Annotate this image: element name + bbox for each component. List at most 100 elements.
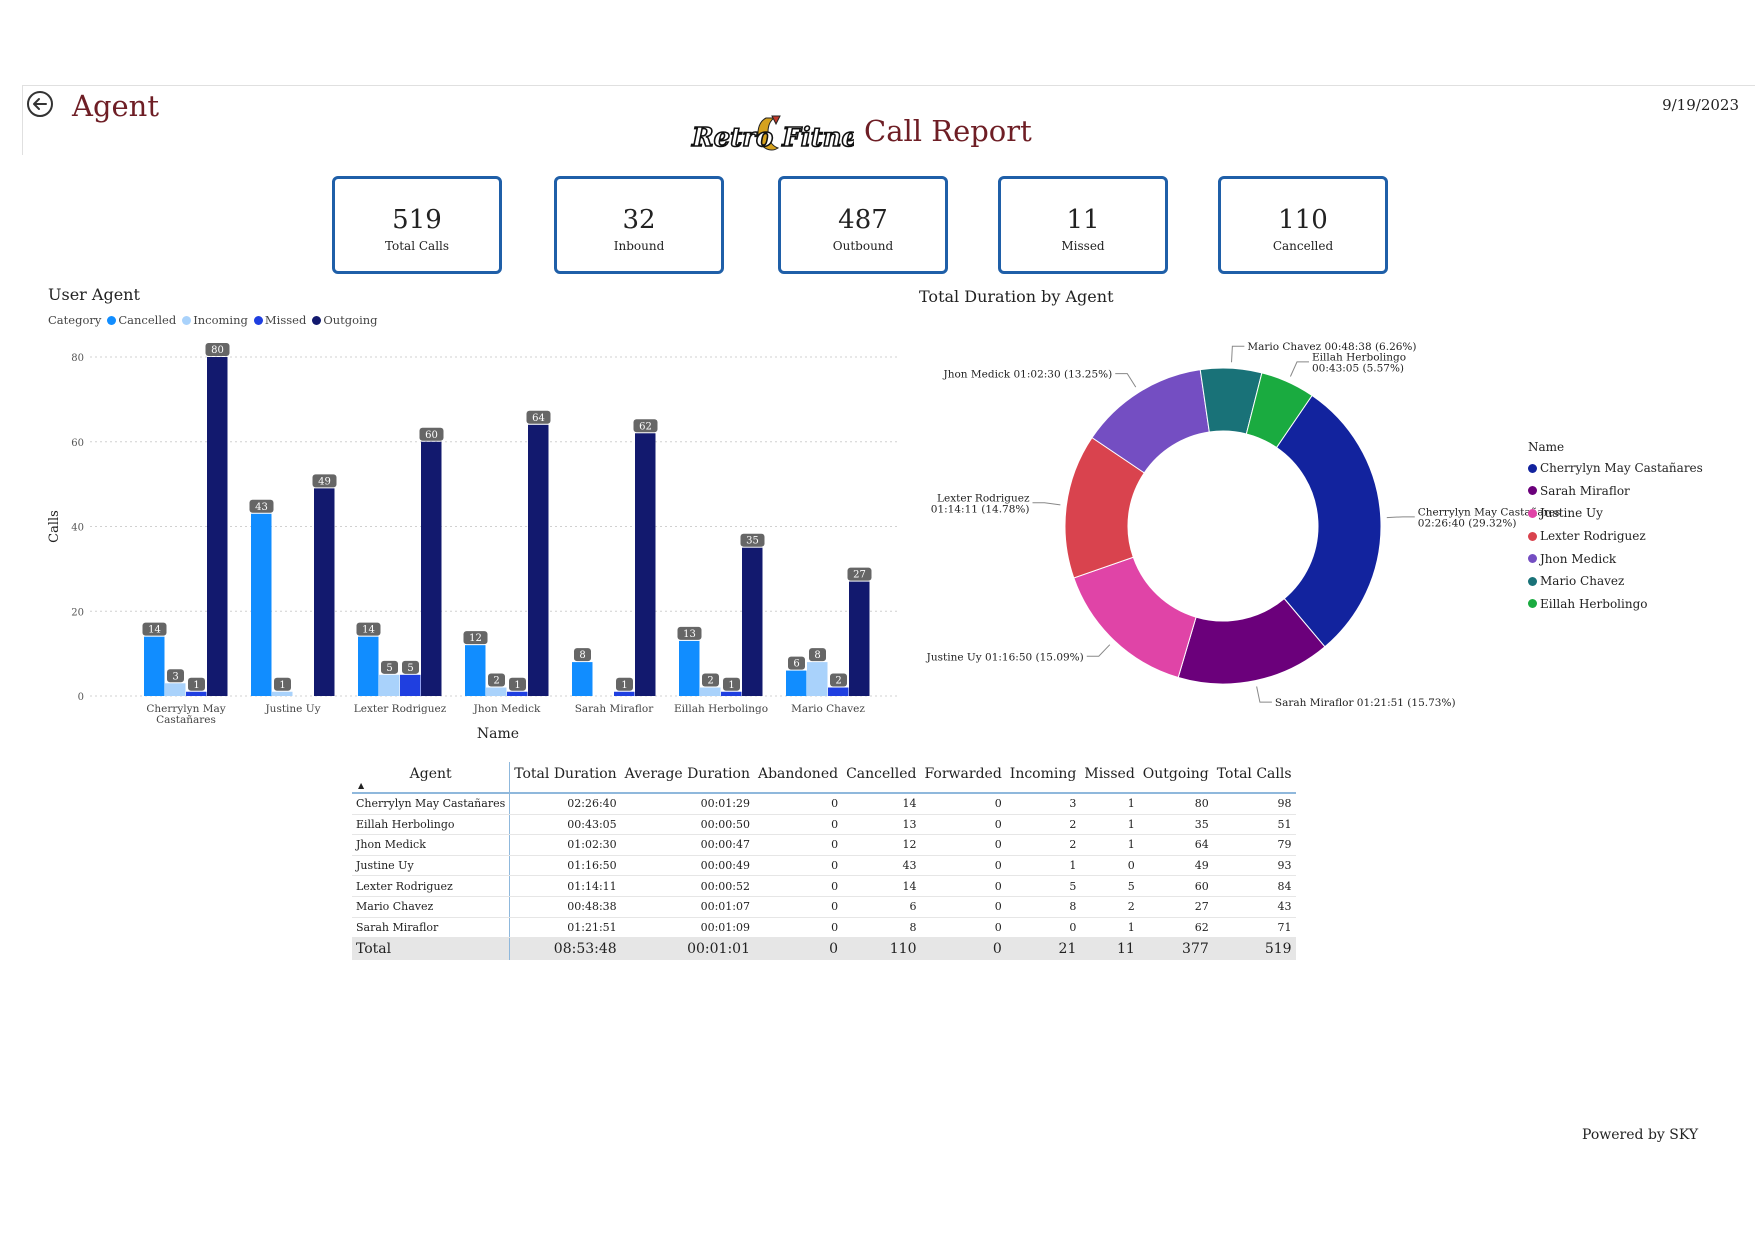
bar — [849, 581, 870, 696]
x-tick-label: Jhon Medick — [473, 703, 541, 715]
table-cell: 02:26:40 — [509, 793, 621, 815]
table-cell: 01:14:11 — [509, 875, 621, 897]
table-cell: 14 — [842, 875, 921, 897]
donut-legend-item[interactable]: Cherrylyn May Castañares — [1528, 457, 1703, 480]
data-label: 2 — [835, 676, 841, 687]
legend-swatch — [1528, 554, 1537, 564]
table-cell: 43 — [1212, 896, 1296, 918]
column-header[interactable]: Total Duration — [509, 762, 621, 794]
donut-legend-item[interactable]: Lexter Rodriguez — [1528, 525, 1703, 548]
column-header[interactable]: Outgoing — [1138, 762, 1213, 794]
table-row: Jhon Medick 01:02:30 00:00:47 0 12 0 2 1 64 79 — [352, 834, 1296, 856]
legend-swatch — [253, 315, 263, 325]
x-tick-label: Mario Chavez — [791, 703, 865, 715]
bar — [314, 488, 335, 696]
x-axis-label: Name — [477, 726, 519, 742]
bar — [465, 645, 486, 696]
legend-label: Sarah Miraflor — [1540, 483, 1630, 498]
data-label: 27 — [853, 570, 866, 581]
leader-line — [1386, 516, 1415, 519]
legend-item-outgoing[interactable]: Outgoing — [312, 313, 378, 327]
column-header[interactable]: Abandoned — [753, 762, 843, 794]
table-cell: 0 — [753, 814, 843, 836]
legend-swatch — [107, 315, 117, 325]
table-row: Eillah Herbolingo 00:43:05 00:00:50 0 13 0 2 1 3… — [352, 814, 1296, 836]
data-label: 5 — [386, 663, 392, 674]
table-cell: 01:02:30 — [509, 834, 621, 856]
column-header[interactable]: Total Calls — [1212, 762, 1296, 794]
table-cell: 00:00:47 — [620, 834, 754, 856]
table-cell: 5 — [1005, 875, 1081, 897]
donut-legend-item[interactable]: Sarah Miraflor — [1528, 480, 1703, 503]
data-label: 14 — [148, 625, 161, 636]
leader-line — [1256, 686, 1272, 703]
back-arrow-icon[interactable] — [26, 90, 54, 118]
table-cell: 1 — [1080, 814, 1139, 836]
column-header[interactable]: Average Duration — [620, 762, 754, 794]
table-cell: 0 — [920, 814, 1006, 836]
column-header[interactable]: Forwarded — [920, 762, 1006, 794]
donut-legend-title: Name — [1528, 440, 1565, 454]
y-tick-label: 20 — [71, 607, 84, 618]
agent-name-cell: Eillah Herbolingo — [352, 814, 511, 836]
slice-label: 00:43:05 (5.57%) — [1312, 362, 1404, 374]
column-header[interactable]: Agent ▲ — [352, 762, 511, 794]
sort-ascending-icon[interactable]: ▲ — [358, 781, 364, 790]
table-cell: 0 — [753, 896, 843, 918]
legend-swatch — [1528, 508, 1537, 518]
agent-name-cell: Jhon Medick — [352, 834, 511, 856]
donut-legend-item[interactable]: Justine Uy — [1528, 502, 1703, 525]
total-cell: 11 — [1080, 937, 1139, 961]
legend-item-cancelled[interactable]: Cancelled — [107, 313, 176, 327]
table-cell: 00:43:05 — [509, 814, 621, 836]
table-cell: 5 — [1080, 875, 1139, 897]
data-label: 80 — [211, 345, 224, 356]
y-tick-label: 60 — [71, 438, 84, 449]
kpi-card-cancelled: 110 Cancelled — [1218, 176, 1388, 274]
data-label: 14 — [362, 625, 375, 636]
donut-legend-item[interactable]: Jhon Medick — [1528, 547, 1703, 570]
table-cell: 60 — [1138, 875, 1213, 897]
leader-line — [1231, 345, 1245, 363]
powered-by: Powered by SKY — [1582, 1127, 1699, 1143]
data-label: 8 — [579, 650, 585, 661]
table-cell: 80 — [1138, 793, 1213, 815]
donut-legend-item[interactable]: Eillah Herbolingo — [1528, 593, 1703, 616]
bar — [786, 670, 807, 696]
table-cell: 1 — [1080, 793, 1139, 815]
x-tick-label: Lexter Rodriguez — [354, 703, 447, 715]
data-label: 2 — [707, 676, 713, 687]
data-label: 2 — [493, 676, 499, 687]
total-cell: 377 — [1138, 937, 1213, 961]
table-cell: 93 — [1212, 855, 1296, 877]
column-header[interactable]: Incoming — [1005, 762, 1081, 794]
table-cell: 0 — [1005, 917, 1081, 939]
donut-legend-item[interactable]: Mario Chavez — [1528, 570, 1703, 593]
kpi-label: Outbound — [832, 239, 894, 253]
legend-item-missed[interactable]: Missed — [253, 313, 306, 327]
table-cell: 12 — [842, 834, 921, 856]
y-tick-label: 80 — [71, 353, 84, 364]
table-cell: 0 — [920, 855, 1006, 877]
bar — [358, 636, 379, 696]
data-label: 60 — [425, 430, 438, 441]
kpi-label: Total Calls — [384, 239, 450, 253]
kpi-label: Missed — [1061, 239, 1105, 253]
data-label: 1 — [514, 680, 520, 691]
table-cell: 43 — [842, 855, 921, 877]
legend-label: Outgoing — [323, 313, 378, 327]
agent-name-cell: Lexter Rodriguez — [352, 875, 511, 897]
data-label: 8 — [814, 650, 820, 661]
bar — [679, 640, 700, 696]
legend-item-incoming[interactable]: Incoming — [182, 313, 248, 327]
data-label: 43 — [255, 502, 268, 513]
table-cell: 00:00:50 — [620, 814, 754, 836]
report-date: 9/19/2023 — [1662, 96, 1739, 114]
table-cell: 0 — [920, 917, 1006, 939]
column-header[interactable]: Cancelled — [842, 762, 921, 794]
column-header[interactable]: Missed — [1080, 762, 1139, 794]
total-cell: 08:53:48 — [509, 937, 621, 961]
bar — [507, 691, 528, 696]
table-cell: 14 — [842, 793, 921, 815]
leader-line — [1032, 502, 1061, 506]
